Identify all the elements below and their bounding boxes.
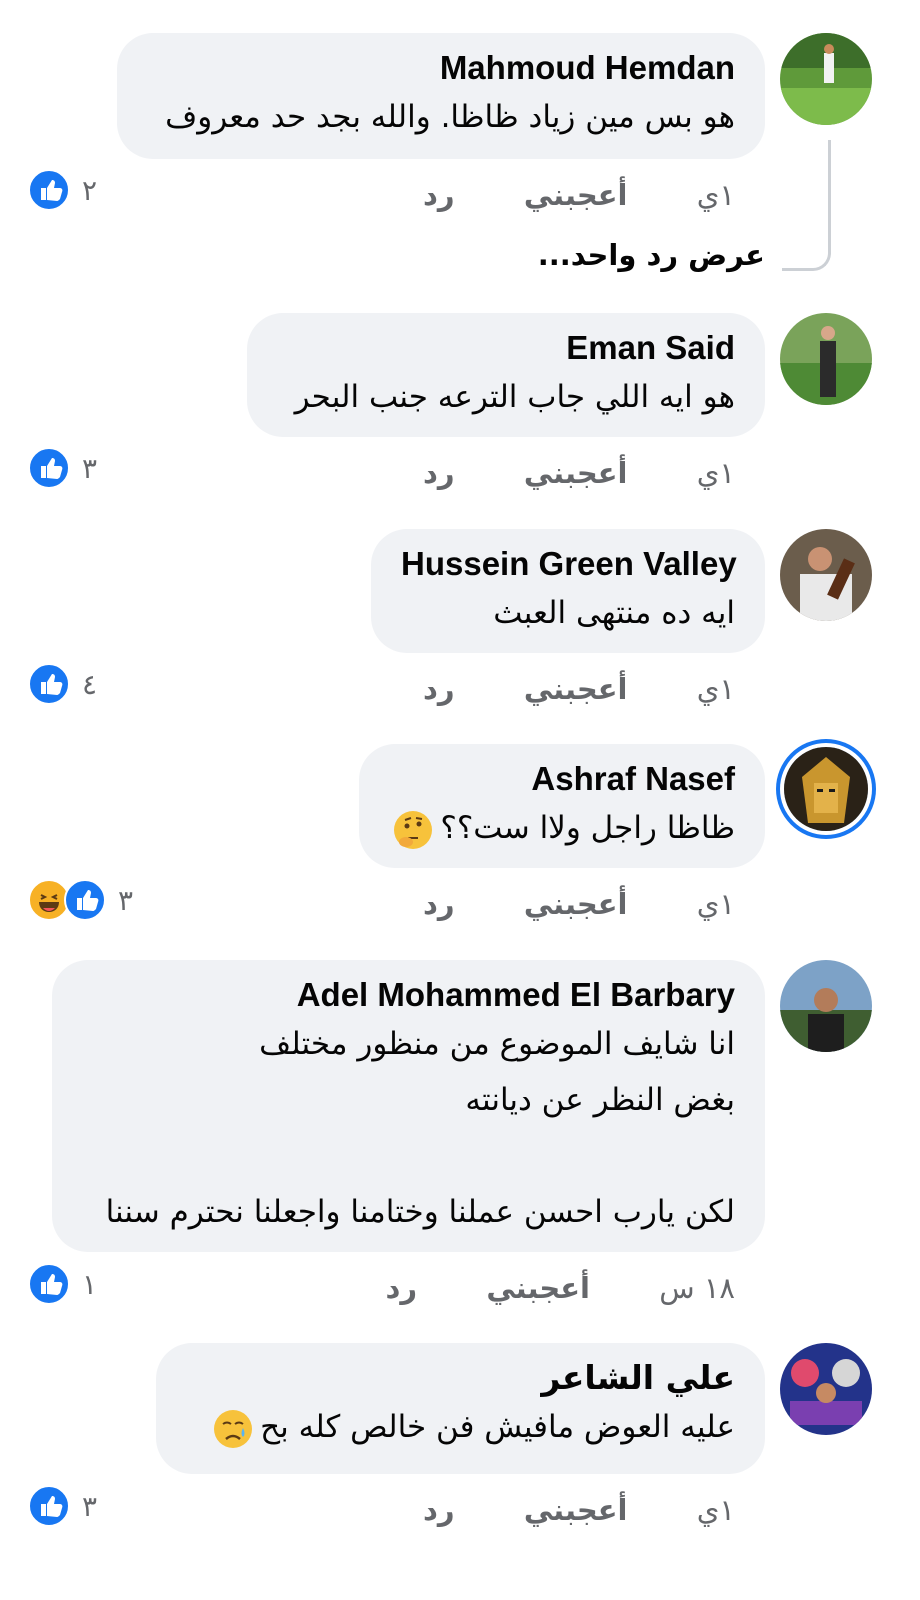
avatar[interactable] (780, 1343, 872, 1435)
comment-text-line (82, 1128, 735, 1184)
crying-face-emoji-icon (214, 1409, 253, 1448)
reply-button[interactable]: رد (423, 178, 455, 212)
commenter-name[interactable]: علي الشاعر (186, 1357, 735, 1399)
reply-button[interactable]: رد (423, 456, 455, 490)
comment-bubble: Mahmoud Hemdan هو بس مين زياد ظاظا. والل… (117, 33, 765, 159)
comment-time[interactable]: ١ي (697, 178, 735, 212)
like-button[interactable]: أعجبني (524, 672, 628, 706)
comment-time[interactable]: ١٨ س (659, 1271, 735, 1305)
comment-actions: ١ي أعجبني رد (423, 672, 735, 706)
comment-text: ايه ده منتهى العبث (493, 595, 735, 631)
avatar[interactable] (780, 313, 872, 405)
comment-text-body: ظاظا راجل ولاا ست؟؟ (440, 810, 735, 846)
reply-button[interactable]: رد (423, 672, 455, 706)
reply-button[interactable]: رد (423, 1493, 455, 1527)
reaction-summary[interactable]: ٤ (28, 663, 98, 705)
reaction-summary[interactable]: ١ (28, 1263, 98, 1305)
reaction-summary[interactable]: ٣ (28, 879, 134, 921)
comment-actions: ١ي أعجبني رد (423, 456, 735, 490)
avatar[interactable] (780, 33, 872, 125)
comment-bubble: Hussein Green Valley ايه ده منتهى العبث (371, 529, 765, 653)
comment-bubble: Eman Said هو ايه اللي جاب الترعه جنب الب… (247, 313, 765, 437)
thinking-face-emoji-icon (394, 810, 433, 849)
reaction-count: ٣ (82, 1489, 98, 1523)
comment-time[interactable]: ١ي (697, 1493, 735, 1527)
comment-bubble: Adel Mohammed El Barbary انا شايف الموضو… (52, 960, 765, 1252)
comment-text: هو بس مين زياد ظاظا. والله بجد حد معروف (165, 99, 735, 135)
reaction-count: ٣ (118, 883, 134, 917)
reply-thread-line (782, 140, 831, 271)
like-reaction-icon (28, 1485, 70, 1527)
commenter-name[interactable]: Hussein Green Valley (401, 543, 737, 585)
comment-actions: ١ي أعجبني رد (423, 1493, 735, 1527)
reaction-count: ١ (82, 1267, 98, 1301)
comment-actions: ١٨ س أعجبني رد (386, 1271, 735, 1305)
comment-time[interactable]: ١ي (697, 456, 735, 490)
like-reaction-icon (28, 1263, 70, 1305)
commenter-name[interactable]: Eman Said (277, 327, 735, 369)
like-reaction-icon (64, 879, 106, 921)
comment-bubble: علي الشاعر عليه العوض مافيش فن خالص كله … (156, 1343, 765, 1474)
reaction-count: ٤ (82, 667, 98, 701)
comment-time[interactable]: ١ي (697, 672, 735, 706)
commenter-name[interactable]: Mahmoud Hemdan (147, 47, 735, 89)
avatar[interactable] (784, 747, 868, 831)
commenter-name[interactable]: Adel Mohammed El Barbary (82, 974, 735, 1016)
comment-actions: ١ي أعجبني رد (423, 887, 735, 921)
like-button[interactable]: أعجبني (524, 1493, 628, 1527)
avatar[interactable] (780, 960, 872, 1052)
reaction-count: ٣ (82, 451, 98, 485)
reaction-summary[interactable]: ٢ (28, 169, 98, 211)
view-replies-link[interactable]: عرض رد واحد... (538, 238, 765, 272)
comment-text-line: بغض النظر عن ديانته (465, 1082, 735, 1118)
reaction-summary[interactable]: ٣ (28, 1485, 98, 1527)
reply-button[interactable]: رد (386, 1271, 418, 1305)
avatar[interactable] (780, 529, 872, 621)
comment-bubble: Ashraf Nasef ظاظا راجل ولاا ست؟؟ (359, 744, 765, 868)
like-reaction-icon (28, 169, 70, 211)
reaction-summary[interactable]: ٣ (28, 447, 98, 489)
like-reaction-icon (28, 663, 70, 705)
reply-button[interactable]: رد (423, 887, 455, 921)
comment-text-line: انا شايف الموضوع من منظور مختلف (259, 1026, 735, 1062)
commenter-name[interactable]: Ashraf Nasef (389, 758, 735, 800)
comment-text: ظاظا راجل ولاا ست؟؟ (389, 800, 735, 856)
comment-text-line: لكن يارب احسن عملنا وختامنا واجعلنا نحتر… (105, 1194, 735, 1230)
like-button[interactable]: أعجبني (524, 887, 628, 921)
comment-time[interactable]: ١ي (697, 887, 735, 921)
reaction-count: ٢ (82, 173, 98, 207)
comment-actions: ١ي أعجبني رد (423, 178, 735, 212)
like-reaction-icon (28, 447, 70, 489)
like-button[interactable]: أعجبني (486, 1271, 590, 1305)
like-button[interactable]: أعجبني (524, 178, 628, 212)
like-button[interactable]: أعجبني (524, 456, 628, 490)
comment-text-body: عليه العوض مافيش فن خالص كله بح (260, 1409, 735, 1445)
comment-text: عليه العوض مافيش فن خالص كله بح (186, 1399, 735, 1455)
comment-text: هو ايه اللي جاب الترعه جنب البحر (294, 379, 735, 415)
